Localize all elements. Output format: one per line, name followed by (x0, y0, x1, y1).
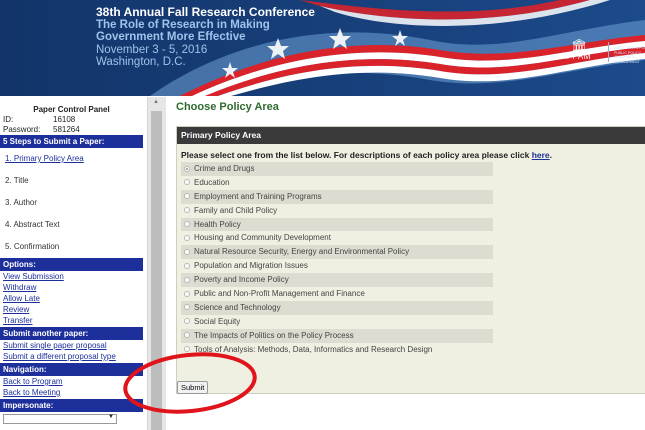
step-title: 2. Title (5, 176, 29, 185)
policy-area-label: Science and Technology (194, 302, 281, 312)
radio-button[interactable] (184, 193, 190, 200)
radio-button[interactable] (184, 234, 190, 241)
policy-area-label: Crime and Drugs (194, 164, 255, 173)
banner-text: 38th Annual Fall Research Conference The… (96, 6, 315, 69)
conference-theme-line2: Government More Effective (96, 31, 246, 43)
policy-area-option[interactable]: Social Equity (181, 315, 493, 329)
radio-button[interactable] (184, 332, 190, 339)
page-title: Choose Policy Area (176, 101, 279, 113)
pillar-icon: 🏛 (571, 38, 588, 53)
chevron-down-icon: ▼ (108, 414, 114, 420)
policy-area-label: Health Policy (194, 219, 241, 229)
password-row: Password: 581264 (0, 125, 143, 135)
policy-area-option[interactable]: Tools of Analysis: Methods, Data, Inform… (181, 343, 493, 357)
radio-button[interactable] (184, 221, 190, 228)
policy-area-label: Housing and Community Development (194, 233, 331, 243)
policy-area-label: Tools of Analysis: Methods, Data, Inform… (194, 344, 433, 354)
policy-area-option[interactable]: Natural Resource Security, Energy and En… (181, 245, 493, 260)
radio-button[interactable] (184, 207, 190, 214)
radio-button[interactable] (184, 165, 190, 172)
submit-different-type-link[interactable]: Submit a different proposal type (0, 352, 143, 362)
main-content: Choose Policy Area Primary Policy Area P… (168, 96, 645, 430)
logo-divider (608, 42, 609, 62)
policy-area-label: Natural Resource Security, Energy and En… (194, 247, 410, 257)
step-confirmation: 5. Confirmation (5, 242, 60, 251)
radio-button[interactable] (184, 290, 190, 297)
instruction-label: Please select one from the list below. F… (181, 150, 530, 160)
policy-area-option[interactable]: Employment and Training Programs (181, 189, 493, 204)
policy-area-option[interactable]: Family and Child Policy (181, 204, 493, 218)
review-link[interactable]: Review (0, 305, 143, 315)
allow-late-link[interactable]: Allow Late (0, 294, 143, 304)
policy-area-card: Primary Policy Area Please select one fr… (176, 126, 645, 394)
policy-area-option[interactable]: The Impacts of Politics on the Policy Pr… (181, 328, 493, 343)
back-to-meeting-link[interactable]: Back to Meeting (0, 388, 143, 398)
logo-name: APPAM (561, 52, 591, 61)
policy-area-list: Crime and Drugs Education Employment and T… (177, 162, 645, 356)
conference-theme-line1: The Role of Research in Making (96, 18, 270, 31)
radio-button[interactable] (184, 276, 190, 283)
policy-area-label: The Impacts of Politics on the Policy Pr… (194, 330, 354, 340)
policy-area-option[interactable]: Population and Migration Issues (181, 259, 493, 273)
submit-button[interactable]: Submit (177, 381, 209, 394)
policy-area-option[interactable]: Health Policy (181, 217, 493, 232)
policy-area-option[interactable]: Poverty and Income Policy (181, 273, 493, 288)
paper-control-panel: Paper Control Panel ID: 16108 Password: 58… (0, 103, 143, 430)
id-row: ID: 16108 (0, 115, 143, 125)
impersonate-select[interactable]: ▼ (3, 414, 117, 424)
panel-heading: Paper Control Panel (33, 105, 110, 114)
policy-area-label: Family and Child Policy (194, 205, 278, 215)
descriptions-link[interactable]: here (532, 150, 550, 160)
radio-button[interactable] (184, 318, 190, 325)
instruction-text: Please select one from the list below. F… (181, 150, 553, 160)
options-header: Options: (0, 258, 143, 271)
card-header: Primary Policy Area (177, 127, 645, 144)
view-submission-link[interactable]: View Submission (0, 272, 143, 282)
step-abstract-text: 4. Abstract Text (5, 220, 60, 229)
step-author: 3. Author (5, 198, 38, 207)
policy-area-option[interactable]: Housing and Community Development (181, 231, 493, 245)
sidebar-scrollbar[interactable]: ▲ (147, 97, 166, 430)
policy-area-label: Public and Non-Profit Management and Fin… (194, 289, 365, 299)
submit-another-header: Submit another paper: (0, 327, 143, 340)
policy-area-option[interactable]: Crime and Drugs (181, 162, 493, 176)
scroll-up-icon[interactable]: ▲ (153, 99, 159, 105)
navigation-header: Navigation: (0, 363, 143, 376)
radio-button[interactable] (184, 346, 190, 353)
steps-header: 5 Steps to Submit a Paper: (0, 135, 143, 148)
conference-banner: 38th Annual Fall Research Conference The… (0, 0, 645, 96)
radio-button[interactable] (184, 304, 190, 311)
conference-title: 38th Annual Fall Research Conference (96, 5, 315, 19)
radio-button[interactable] (184, 262, 190, 269)
back-to-program-link[interactable]: Back to Program (0, 377, 143, 387)
policy-area-option[interactable]: Science and Technology (181, 300, 493, 315)
password-value: 581264 (53, 125, 80, 134)
id-value: 16108 (53, 115, 76, 124)
withdraw-link[interactable]: Withdraw (0, 283, 143, 293)
step-primary-policy-area[interactable]: 1. Primary Policy Area (0, 148, 143, 170)
radio-button[interactable] (184, 248, 190, 255)
password-label: Password: (3, 125, 41, 134)
transfer-link[interactable]: Transfer (0, 316, 143, 326)
logo-tagline: ASSOCIATION FOR PUBLIC POLICY ANALYSIS &… (614, 46, 645, 64)
conference-dates: November 3 - 5, 2016 (96, 43, 208, 56)
policy-area-label: Education (194, 177, 230, 187)
policy-area-label: Population and Migration Issues (194, 261, 308, 271)
scrollbar-thumb[interactable] (151, 111, 162, 430)
policy-area-option[interactable]: Public and Non-Profit Management and Fin… (181, 287, 493, 301)
submit-single-paper-link[interactable]: Submit single paper proposal (0, 341, 143, 351)
conference-location: Washington, D.C. (96, 56, 186, 68)
radio-button[interactable] (184, 179, 190, 186)
impersonate-header: Impersonate: (0, 399, 143, 412)
policy-area-label: Social Equity (194, 316, 241, 326)
policy-area-label: Poverty and Income Policy (194, 275, 289, 285)
policy-area-label: Employment and Training Programs (194, 191, 322, 201)
id-label: ID: (3, 115, 14, 124)
policy-area-option[interactable]: Education (181, 176, 493, 190)
